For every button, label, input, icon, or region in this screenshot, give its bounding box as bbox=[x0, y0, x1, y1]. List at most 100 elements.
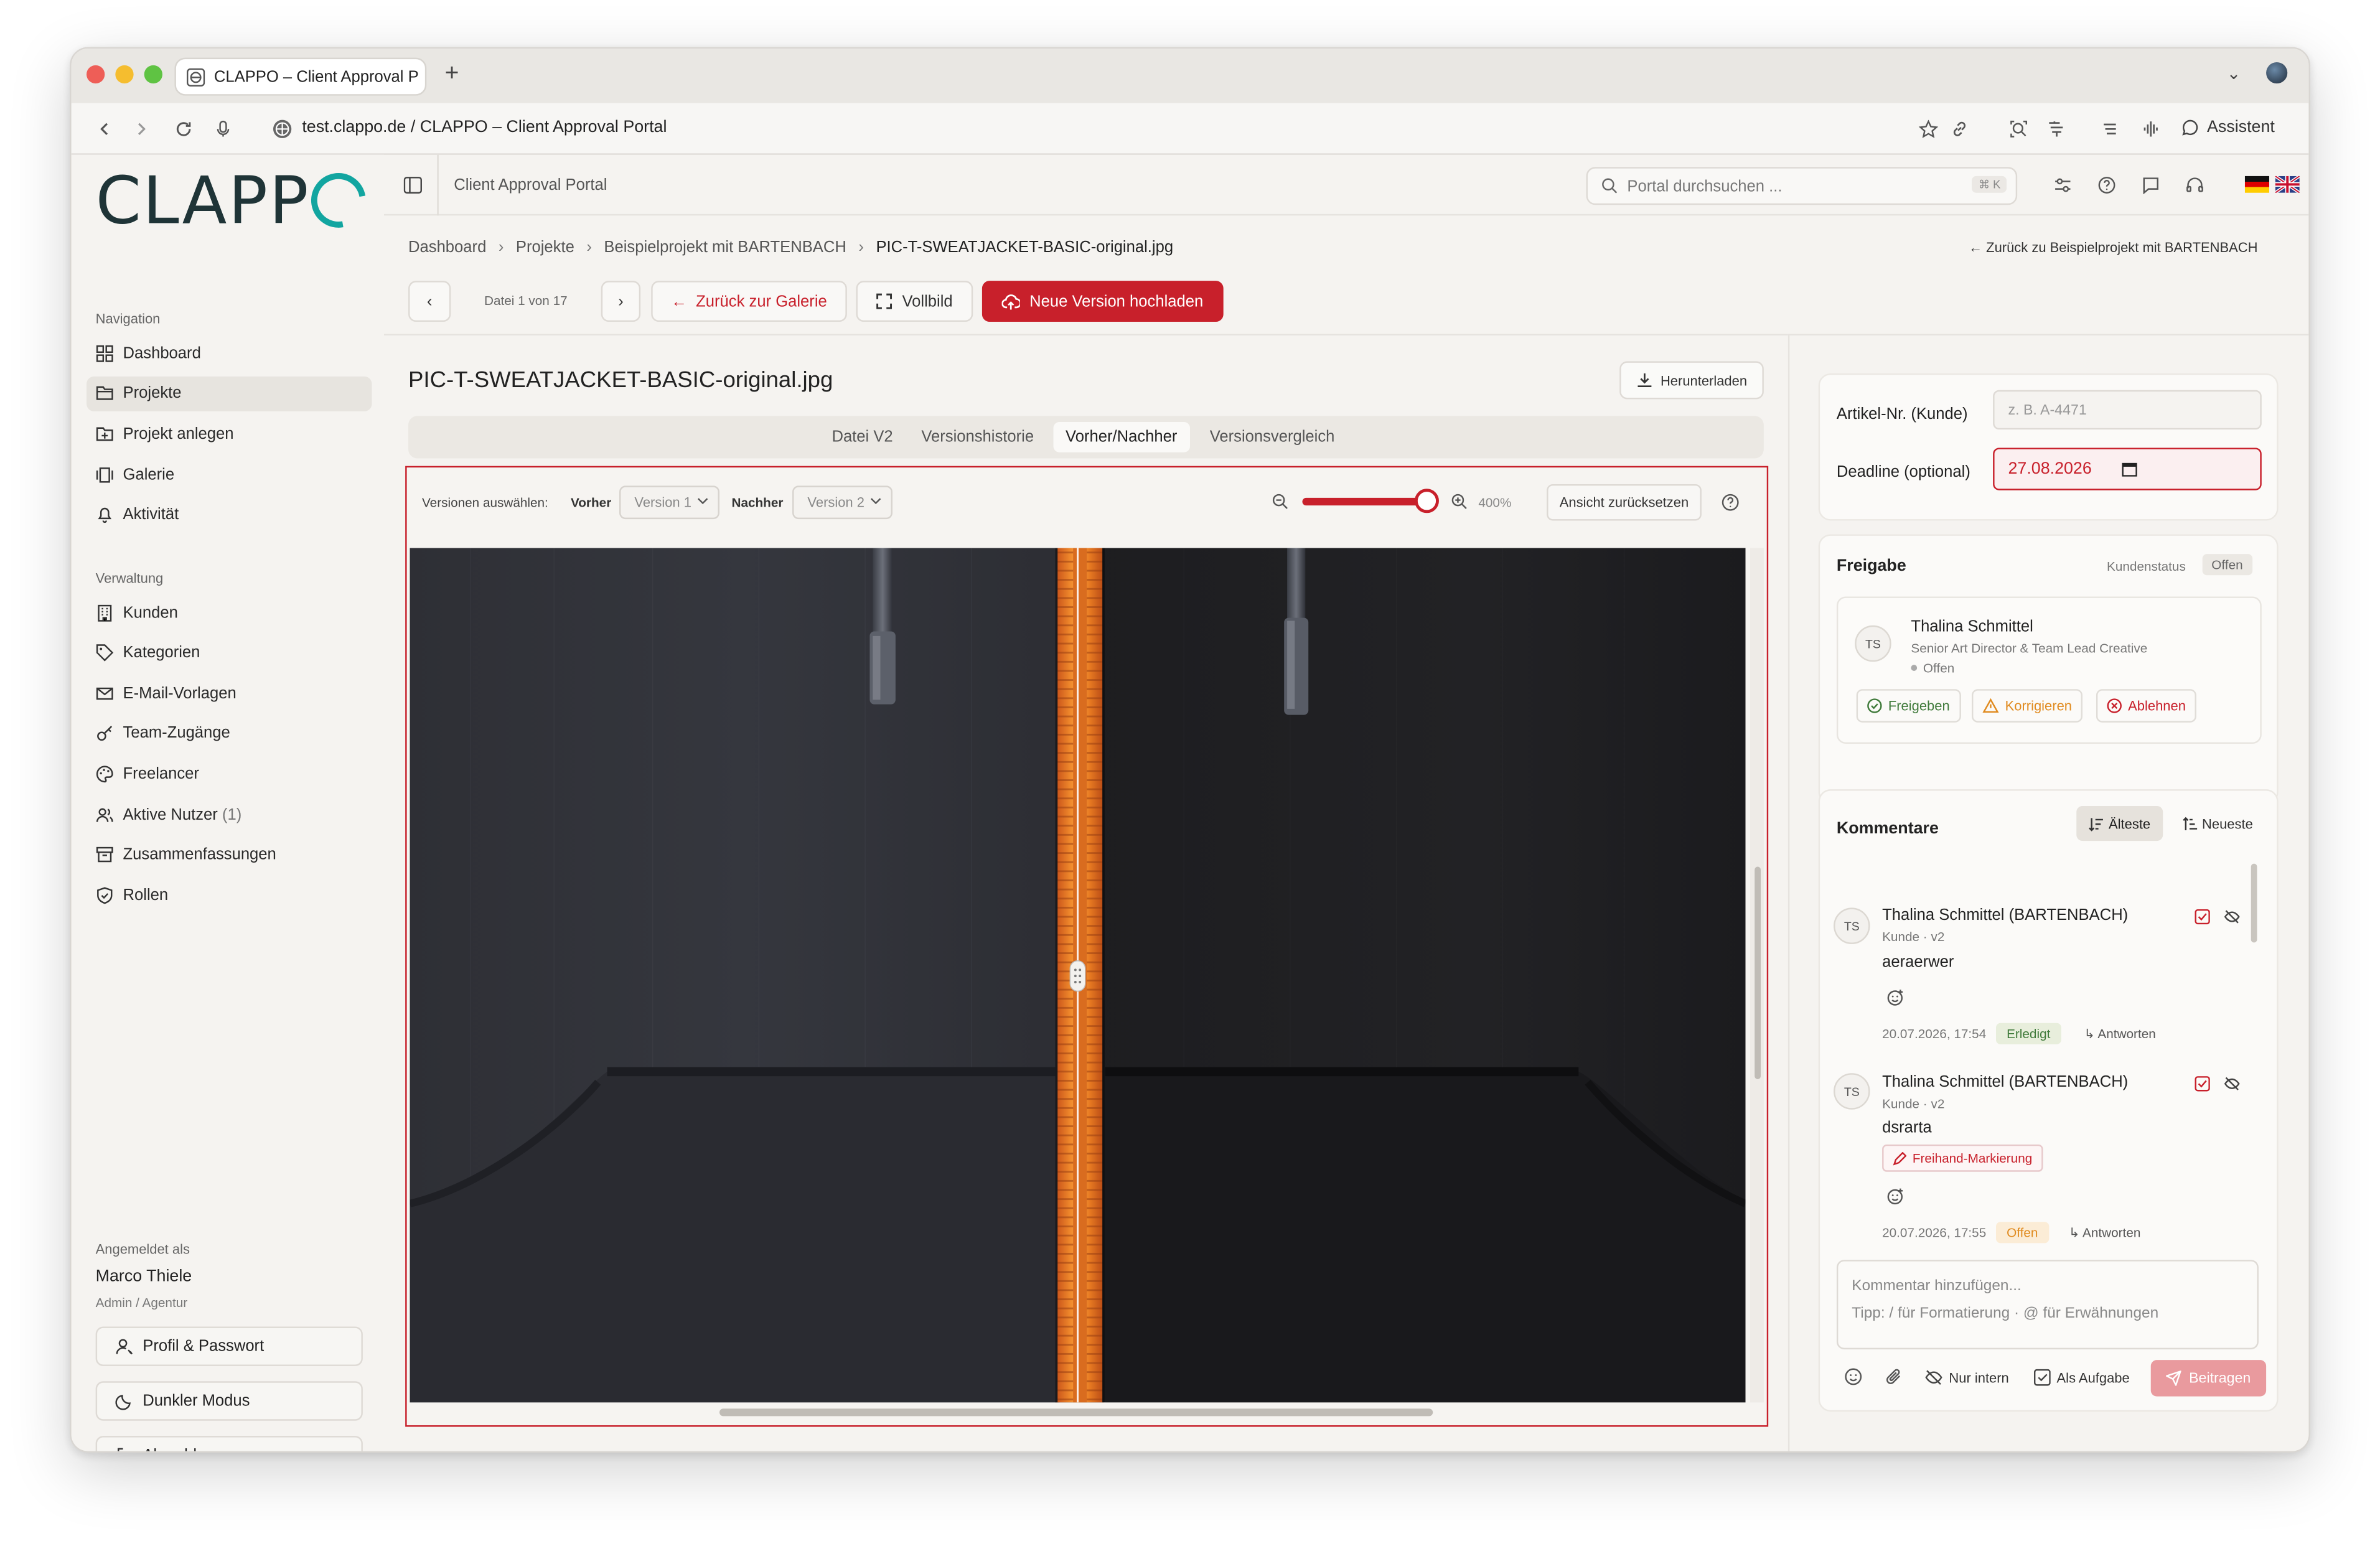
back-to-project-link[interactable]: ← Zurück zu Beispielprojekt mit BARTENBA… bbox=[1969, 240, 2257, 255]
submit-comment-button[interactable]: Beitragen bbox=[2150, 1360, 2267, 1397]
sidebar-admin-item-zusammenfassungen[interactable]: Zusammenfassungen bbox=[87, 837, 372, 872]
tab-file-v2[interactable]: Datei V2 bbox=[820, 422, 905, 452]
help-icon[interactable] bbox=[1722, 494, 1740, 512]
eye-off-icon[interactable] bbox=[2224, 1076, 2241, 1091]
sort-newest-button[interactable]: Neueste bbox=[2175, 806, 2261, 841]
sidebar-item-dashboard[interactable]: Dashboard bbox=[87, 335, 372, 370]
sliders-icon[interactable] bbox=[2051, 173, 2075, 197]
headset-icon[interactable] bbox=[2183, 173, 2207, 197]
browser-tab[interactable]: CLAPPO – Client Approval P bbox=[174, 57, 427, 96]
sidebar-admin-item-team-zugaenge[interactable]: Team-Zugänge bbox=[87, 716, 372, 751]
emoji-reaction-icon[interactable] bbox=[1886, 1187, 1904, 1205]
next-file-button[interactable]: › bbox=[601, 281, 641, 322]
download-label: Herunterladen bbox=[1660, 372, 1748, 388]
vertical-scroll-thumb[interactable] bbox=[1755, 866, 1761, 1079]
reply-button[interactable]: ↳ Antworten bbox=[2069, 1225, 2140, 1242]
sidebar-admin-item-e-mail-vorlagen[interactable]: E-Mail-Vorlagen bbox=[87, 676, 372, 711]
sidebar-admin-item-kategorien[interactable]: Kategorien bbox=[87, 635, 372, 670]
paperclip-icon[interactable] bbox=[1885, 1367, 1903, 1385]
clappo-logo[interactable]: CLAPP bbox=[96, 162, 377, 240]
maximize-window-button[interactable] bbox=[144, 65, 162, 84]
emoji-reaction-icon[interactable] bbox=[1886, 988, 1904, 1006]
download-button[interactable]: Herunterladen bbox=[1619, 361, 1764, 400]
compare-divider-handle[interactable] bbox=[1069, 960, 1086, 992]
comment-textarea[interactable]: Kommentar hinzufügen... Tipp: / für Form… bbox=[1836, 1260, 2259, 1350]
url-field[interactable]: test.clappo.de / CLAPPO – Client Approva… bbox=[302, 118, 667, 136]
comment-status-open-badge: Offen bbox=[1995, 1222, 2049, 1244]
deadline-date-input[interactable]: 27.08.2026 bbox=[1993, 447, 2262, 490]
reset-view-button[interactable]: Ansicht zurücksetzen bbox=[1547, 484, 1702, 521]
microphone-icon[interactable] bbox=[211, 117, 235, 141]
upload-new-version-button[interactable]: Neue Version hochladen bbox=[982, 281, 1224, 322]
portal-search-input[interactable]: Portal durchsuchen ... ⌘ K bbox=[1586, 167, 2018, 205]
back-arrow-icon[interactable] bbox=[93, 117, 117, 141]
help-icon[interactable] bbox=[2095, 173, 2119, 197]
link-icon[interactable] bbox=[1947, 117, 1972, 141]
sidebar-admin-item-freelancer[interactable]: Freelancer bbox=[87, 756, 372, 791]
emoji-icon[interactable] bbox=[1844, 1367, 1862, 1385]
fullscreen-button[interactable]: Vollbild bbox=[856, 281, 973, 322]
logged-in-label: Angemeldet als bbox=[95, 1241, 190, 1257]
sidebar-admin-item-rollen[interactable]: Rollen bbox=[87, 878, 372, 912]
task-checkbox-icon[interactable] bbox=[2195, 909, 2210, 925]
breadcrumb-projects[interactable]: Projekte bbox=[516, 238, 574, 256]
site-globe-icon[interactable] bbox=[272, 118, 293, 139]
internal-only-toggle[interactable]: Nur intern bbox=[1924, 1369, 2009, 1386]
screen-search-icon[interactable] bbox=[2007, 117, 2031, 141]
profile-button[interactable]: Profil & Passwort bbox=[95, 1326, 363, 1366]
message-icon[interactable] bbox=[2139, 173, 2163, 197]
new-tab-button[interactable]: + bbox=[445, 61, 459, 88]
horizontal-scroll-thumb[interactable] bbox=[719, 1408, 1433, 1417]
previous-file-button[interactable]: ‹ bbox=[408, 281, 451, 322]
audio-wave-icon[interactable] bbox=[2139, 117, 2163, 141]
tab-version-compare[interactable]: Versionsvergleich bbox=[1197, 422, 1347, 452]
minimize-window-button[interactable] bbox=[115, 65, 134, 84]
correct-button[interactable]: Korrigieren bbox=[1971, 689, 2083, 723]
german-flag-icon[interactable] bbox=[2244, 176, 2269, 193]
reply-button[interactable]: ↳ Antworten bbox=[2084, 1026, 2155, 1043]
sort-oldest-button[interactable]: Älteste bbox=[2076, 805, 2163, 841]
eye-off-icon[interactable] bbox=[2224, 909, 2241, 924]
compare-image-viewport[interactable] bbox=[410, 548, 1746, 1403]
zoom-out-icon[interactable] bbox=[1272, 494, 1289, 510]
reply-label: Antworten bbox=[2097, 1026, 2156, 1042]
sidebar-item-galerie[interactable]: Galerie bbox=[87, 457, 372, 492]
vertical-scrollbar[interactable] bbox=[1750, 548, 1764, 1403]
logout-button[interactable]: Abmelden bbox=[95, 1436, 363, 1451]
approve-button[interactable]: Freigeben bbox=[1856, 689, 1961, 723]
assistant-button[interactable]: Assistent bbox=[2181, 118, 2275, 136]
before-version-select[interactable]: Version 1 bbox=[619, 485, 719, 520]
reader-list-icon[interactable] bbox=[2097, 117, 2122, 141]
close-window-button[interactable] bbox=[87, 65, 105, 84]
task-checkbox-icon[interactable] bbox=[2195, 1076, 2210, 1092]
sidebar-admin-item-aktive-nutzer[interactable]: Aktive Nutzer (1) bbox=[87, 797, 372, 832]
bookmark-star-icon[interactable] bbox=[1916, 117, 1940, 141]
after-version-select[interactable]: Version 2 bbox=[792, 485, 893, 520]
reload-icon[interactable] bbox=[172, 117, 196, 141]
zoom-slider-track[interactable] bbox=[1302, 497, 1433, 506]
dark-mode-button[interactable]: Dunkler Modus bbox=[95, 1381, 363, 1421]
as-task-toggle[interactable]: Als Aufgabe bbox=[2033, 1369, 2130, 1386]
forward-arrow-icon[interactable] bbox=[129, 117, 153, 141]
freehand-marker-tag[interactable]: Freihand-Markierung bbox=[1882, 1144, 2043, 1172]
breadcrumb-project[interactable]: Beispielprojekt mit BARTENBACH bbox=[604, 238, 846, 256]
sidebar-toggle-icon[interactable] bbox=[403, 176, 422, 194]
sidebar-admin-item-kunden[interactable]: Kunden bbox=[87, 595, 372, 630]
profile-avatar-icon[interactable] bbox=[2266, 62, 2288, 84]
uk-flag-icon[interactable] bbox=[2275, 176, 2300, 193]
tab-before-after[interactable]: Vorher/Nachher bbox=[1053, 421, 1189, 452]
sidebar-item-projekt-anlegen[interactable]: Projekt anlegen bbox=[87, 416, 372, 451]
back-to-gallery-button[interactable]: ← Zurück zur Galerie bbox=[651, 281, 847, 322]
tab-version-history[interactable]: Versionshistorie bbox=[909, 422, 1046, 452]
translate-icon[interactable] bbox=[2045, 117, 2069, 141]
sidebar-item-projekte[interactable]: Projekte bbox=[87, 376, 372, 411]
zoom-in-icon[interactable] bbox=[1451, 494, 1468, 510]
article-number-input[interactable]: z. B. A-4471 bbox=[1993, 390, 2262, 430]
zoom-slider-handle[interactable] bbox=[1414, 489, 1439, 513]
sidebar-item-aktivitaet[interactable]: Aktivität bbox=[87, 497, 372, 532]
tab-list-chevron-icon[interactable]: ⌄ bbox=[2227, 63, 2241, 83]
calendar-icon[interactable] bbox=[2122, 461, 2137, 477]
breadcrumb-dashboard[interactable]: Dashboard bbox=[408, 238, 486, 256]
reject-button[interactable]: Ablehnen bbox=[2096, 689, 2197, 723]
as-task-label: Als Aufgabe bbox=[2056, 1369, 2130, 1385]
